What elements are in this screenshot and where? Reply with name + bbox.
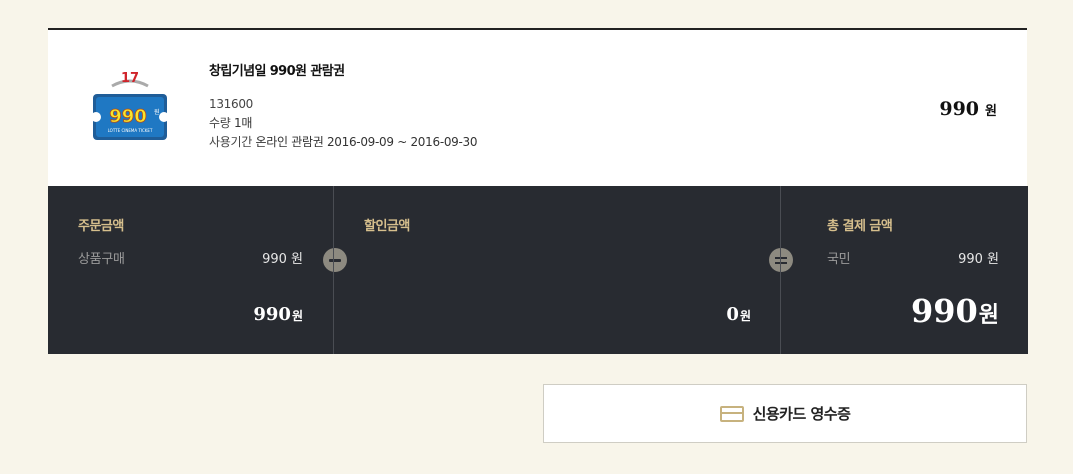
product-code: 131600	[209, 97, 254, 111]
purchase-value: 990 원	[262, 252, 303, 267]
period-label: 사용기간	[209, 135, 252, 149]
discount-title: 할인금액	[364, 219, 410, 234]
total-payment-column: 총 결제 금액 국민 990 원 990원	[780, 186, 1029, 354]
order-amount-column: 주문금액 상품구매 990 원 990원	[48, 186, 333, 354]
receipt-button-label: 신용카드 영수증	[752, 405, 851, 423]
product-item: 17 990 원 LOTTE CINEMA TICKET 창립기념일 990원 …	[48, 28, 1027, 186]
credit-card-icon	[719, 405, 744, 422]
product-name: 창립기념일 990원 관람권	[209, 64, 345, 79]
discount-column: 할인금액 0원	[333, 186, 781, 354]
order-amount-title: 주문금액	[78, 219, 124, 234]
order-total: 990원	[253, 304, 303, 325]
svg-text:17: 17	[121, 71, 139, 86]
card-payment-value: 990 원	[958, 252, 999, 267]
payment-summary: 주문금액 상품구매 990 원 990원 할인금액 0원 총 결제 금액 국민 …	[48, 186, 1028, 354]
product-price: 990 원	[939, 98, 997, 120]
purchase-label: 상품구매	[78, 252, 125, 267]
total-payment-title: 총 결제 금액	[827, 219, 893, 234]
period-value: 온라인 관람권 2016-09-09 ~ 2016-09-30	[255, 135, 478, 149]
discount-total: 0원	[726, 304, 751, 325]
credit-card-receipt-button[interactable]: 신용카드 영수증	[543, 384, 1027, 443]
quantity-label: 수량	[209, 116, 231, 130]
card-issuer-label: 국민	[827, 252, 851, 267]
svg-text:LOTTE CINEMA TICKET: LOTTE CINEMA TICKET	[108, 128, 153, 133]
grand-total: 990원	[910, 292, 999, 330]
product-thumbnail: 17 990 원 LOTTE CINEMA TICKET	[90, 66, 170, 146]
svg-text:원: 원	[154, 108, 160, 116]
svg-text:990: 990	[109, 106, 147, 127]
quantity-value: 1매	[234, 116, 253, 130]
